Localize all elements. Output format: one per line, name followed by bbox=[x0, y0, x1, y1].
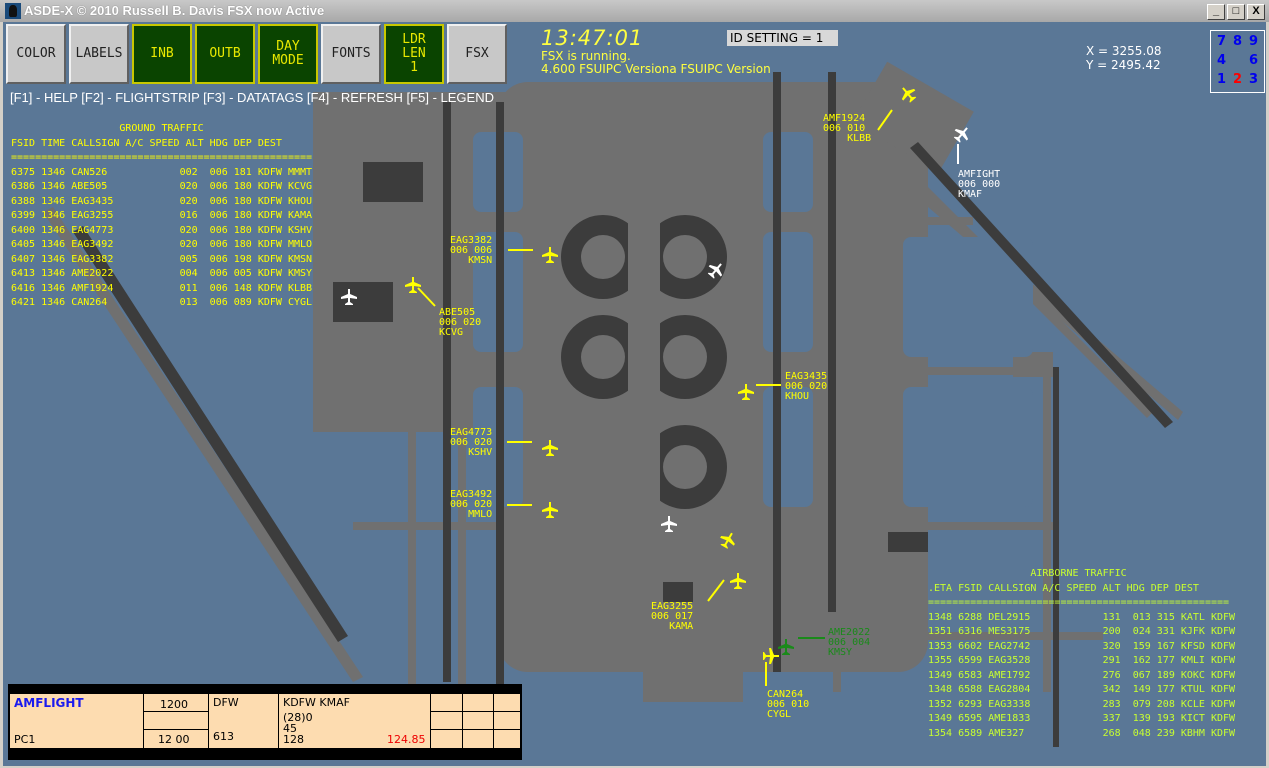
datatag-amf1924[interactable]: AMF1924 006 010 KLBB bbox=[823, 114, 871, 144]
table-row[interactable]: 6413 1346 AME2022 004 006 005 KDFW KMSY bbox=[11, 267, 312, 282]
table-row[interactable]: 6416 1346 AMF1924 011 006 148 KDFW KLBB bbox=[11, 282, 312, 297]
id-setting[interactable]: ID SETTING = 1 bbox=[727, 30, 838, 46]
outbound-button[interactable]: OUTB bbox=[195, 24, 255, 84]
leader-length-button[interactable]: LDR LEN 1 bbox=[384, 24, 444, 84]
table-row[interactable]: 6386 1346 ABE505 020 006 180 KDFW KCVG bbox=[11, 180, 312, 195]
datatag-amfight[interactable]: AMFIGHT 006 000 KMAF bbox=[958, 170, 1000, 200]
fsx-status: FSX is running. 4.600 FSUIPC Versiona FS… bbox=[541, 50, 771, 76]
table-row[interactable]: 6400 1346 EAG4773 020 006 180 KDFW KSHV bbox=[11, 224, 312, 239]
strip-field-613: 613 bbox=[213, 730, 234, 743]
radar-display[interactable]: COLOR LABELS INB OUTB DAY MODE FONTS LDR… bbox=[3, 22, 1266, 766]
x-coord: X = 3255.08 bbox=[1086, 44, 1162, 58]
aircraft-icon[interactable] bbox=[542, 247, 558, 263]
table-row[interactable]: 1352 6293 EAG3338 283 079 208 KCLE KDFW bbox=[928, 698, 1235, 713]
inbound-button[interactable]: INB bbox=[132, 24, 192, 84]
datatag-eag3435[interactable]: EAG3435 006 020 KHOU bbox=[785, 372, 827, 402]
datatag-eag3255[interactable]: EAG3255 006 017 KAMA bbox=[651, 602, 693, 632]
y-coord: Y = 2495.42 bbox=[1086, 58, 1161, 72]
numpad-8[interactable]: 8 bbox=[1233, 34, 1242, 49]
strip-aircraft-type: PC1 bbox=[14, 733, 36, 746]
numpad-2[interactable]: 2 bbox=[1233, 72, 1242, 87]
labels-button[interactable]: LABELS bbox=[69, 24, 129, 84]
minimize-button[interactable]: _ bbox=[1207, 4, 1225, 20]
table-separator: ========================================… bbox=[928, 597, 1230, 608]
table-row[interactable]: 1351 6316 MES3175 200 024 331 KJFK KDFW bbox=[928, 625, 1235, 640]
day-mode-button[interactable]: DAY MODE bbox=[258, 24, 318, 84]
toolbar: COLOR LABELS INB OUTB DAY MODE FONTS LDR… bbox=[6, 24, 507, 84]
aircraft-icon[interactable] bbox=[542, 440, 558, 456]
flight-strip[interactable]: AMFLIGHT PC1 1200 12 00 DFW 613 KDFW KMA… bbox=[8, 684, 522, 760]
table-header: .ETA FSID CALLSIGN A/C SPEED ALT HDG DEP… bbox=[928, 582, 1199, 594]
strip-airport: DFW bbox=[213, 696, 239, 709]
table-title: GROUND TRAFFIC bbox=[11, 123, 313, 134]
maximize-button[interactable]: □ bbox=[1227, 4, 1245, 20]
table-row[interactable]: 6421 1346 CAN264 013 006 089 KDFW CYGL bbox=[11, 296, 312, 311]
strip-squawk: 1200 bbox=[160, 698, 188, 711]
table-header: FSID TIME CALLSIGN A/C SPEED ALT HDG DEP… bbox=[11, 137, 282, 149]
table-row[interactable]: 6375 1346 CAN526 002 006 181 KDFW MMMT bbox=[11, 166, 312, 181]
fonts-button[interactable]: FONTS bbox=[321, 24, 381, 84]
strip-field-128: 128 bbox=[283, 733, 304, 746]
datatag-abe505[interactable]: ABE505 006 020 KCVG bbox=[439, 308, 481, 338]
view-numpad: 7 8 9 4 6 1 2 3 bbox=[1210, 30, 1265, 93]
color-button[interactable]: COLOR bbox=[6, 24, 66, 84]
aircraft-icon[interactable] bbox=[661, 516, 677, 532]
table-row[interactable]: 1355 6599 EAG3528 291 162 177 KMLI KDFW bbox=[928, 654, 1235, 669]
aircraft-icon[interactable] bbox=[730, 573, 746, 589]
aircraft-icon[interactable] bbox=[738, 384, 754, 400]
datatag-can264[interactable]: CAN264 006 010 CYGL bbox=[767, 690, 809, 720]
aircraft-icon[interactable] bbox=[542, 502, 558, 518]
table-row[interactable]: 6399 1346 EAG3255 016 006 180 KDFW KAMA bbox=[11, 209, 312, 224]
table-title: AIRBORNE TRAFFIC bbox=[928, 568, 1230, 579]
strip-frequency: 124.85 bbox=[387, 733, 426, 746]
table-row[interactable]: 1349 6583 AME1792 276 067 189 KOKC KDFW bbox=[928, 669, 1235, 684]
table-row[interactable]: 6405 1346 EAG3492 020 006 180 KDFW MMLO bbox=[11, 238, 312, 253]
table-row[interactable]: 6388 1346 EAG3435 020 006 180 KDFW KHOU bbox=[11, 195, 312, 210]
numpad-3[interactable]: 3 bbox=[1249, 72, 1258, 87]
table-row[interactable]: 6407 1346 EAG3382 005 006 198 KDFW KMSN bbox=[11, 253, 312, 268]
table-separator: ========================================… bbox=[11, 152, 313, 163]
datatag-eag3382[interactable]: EAG3382 006 006 KMSN bbox=[450, 236, 492, 266]
aircraft-icon[interactable] bbox=[778, 639, 794, 655]
fsx-button[interactable]: FSX bbox=[447, 24, 507, 84]
help-line: [F1] - HELP [F2] - FLIGHTSTRIP [F3] - DA… bbox=[10, 90, 494, 105]
datatag-eag3492[interactable]: EAG3492 006 020 MMLO bbox=[450, 490, 492, 520]
numpad-1[interactable]: 1 bbox=[1217, 72, 1226, 87]
table-row[interactable]: 1349 6595 AME1833 337 139 193 KICT KDFW bbox=[928, 712, 1235, 727]
datatag-eag4773[interactable]: EAG4773 006 020 KSHV bbox=[450, 428, 492, 458]
window-title: ASDE-X © 2010 Russell B. Davis FSX now A… bbox=[24, 3, 325, 18]
aircraft-icon[interactable] bbox=[341, 289, 357, 305]
table-row[interactable]: 1353 6602 EAG2742 320 159 167 KFSD KDFW bbox=[928, 640, 1235, 655]
title-bar: ASDE-X © 2010 Russell B. Davis FSX now A… bbox=[0, 0, 1269, 22]
aircraft-icon[interactable] bbox=[405, 277, 421, 293]
app-icon bbox=[5, 3, 21, 19]
datatag-ame2022[interactable]: AME2022 006 004 KMSY bbox=[828, 628, 870, 658]
flight-strip-body: AMFLIGHT PC1 1200 12 00 DFW 613 KDFW KMA… bbox=[10, 694, 520, 748]
clock: 13:47:01 bbox=[541, 26, 644, 50]
numpad-6[interactable]: 6 bbox=[1249, 53, 1258, 68]
strip-route: KDFW KMAF bbox=[283, 696, 350, 709]
numpad-9[interactable]: 9 bbox=[1249, 34, 1258, 49]
strip-time: 12 00 bbox=[158, 733, 190, 746]
close-button[interactable]: X bbox=[1247, 4, 1265, 20]
numpad-4[interactable]: 4 bbox=[1217, 53, 1226, 68]
table-row[interactable]: 1348 6588 EAG2804 342 149 177 KTUL KDFW bbox=[928, 683, 1235, 698]
strip-callsign: AMFLIGHT bbox=[14, 696, 84, 710]
numpad-7[interactable]: 7 bbox=[1217, 34, 1226, 49]
ground-traffic-table: GROUND TRAFFIC FSID TIME CALLSIGN A/C SP… bbox=[11, 122, 312, 311]
aircraft-icon[interactable] bbox=[763, 648, 779, 664]
airborne-traffic-table: AIRBORNE TRAFFIC .ETA FSID CALLSIGN A/C … bbox=[928, 567, 1235, 741]
table-row[interactable]: 1348 6288 DEL2915 131 013 315 KATL KDFW bbox=[928, 611, 1235, 626]
table-row[interactable]: 1354 6589 AME327 268 048 239 KBHM KDFW bbox=[928, 727, 1235, 742]
fsuipc-version-text: 4.600 FSUIPC Versiona FSUIPC Version bbox=[541, 62, 771, 76]
cursor-coords: X = 3255.08 Y = 2495.42 bbox=[1086, 44, 1162, 72]
